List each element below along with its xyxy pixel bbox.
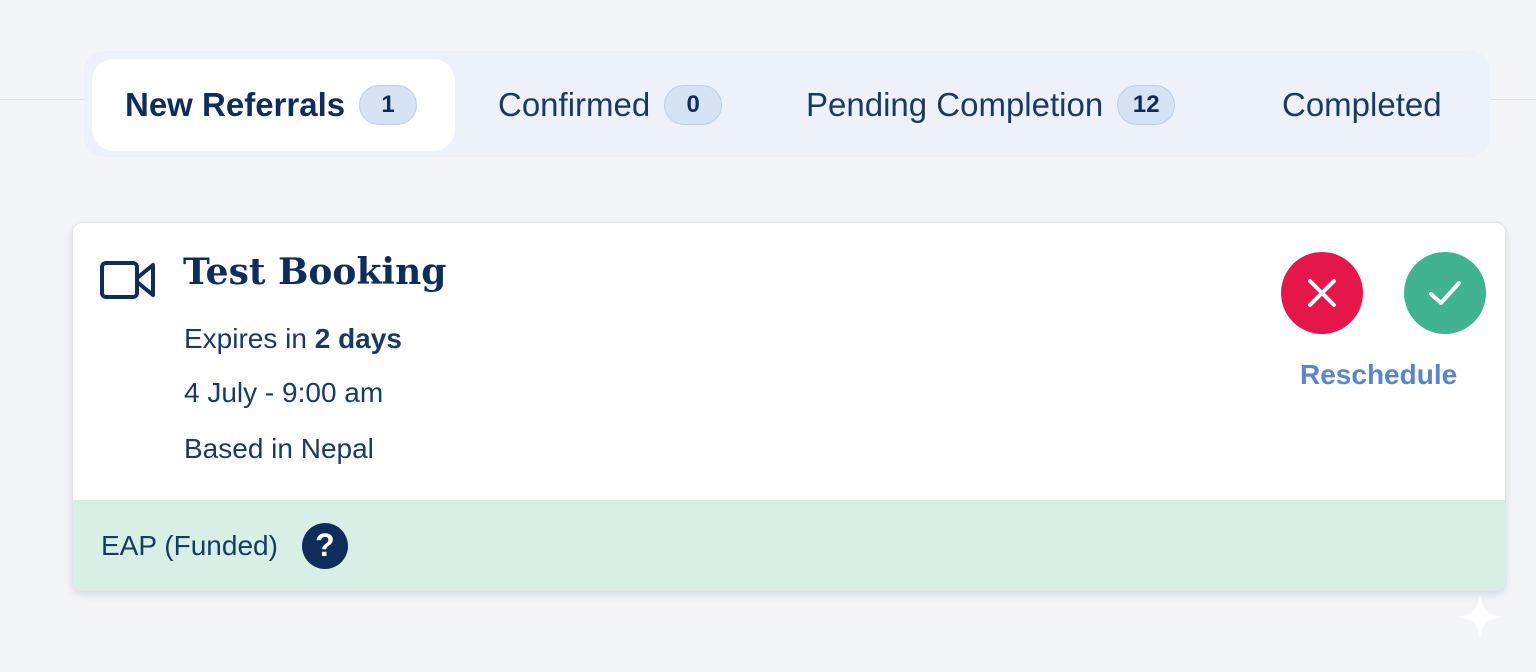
- tab-label: Completed: [1282, 86, 1442, 123]
- booking-expiry: Expires in 2 days: [184, 323, 402, 355]
- decline-button[interactable]: [1281, 252, 1363, 334]
- tab-label: Confirmed: [498, 86, 651, 123]
- tab-completed[interactable]: Completed: [1282, 59, 1442, 151]
- tab-count-badge: 12: [1117, 85, 1176, 125]
- sparkle-icon: [1457, 594, 1503, 640]
- referral-tabs: New Referrals 1 Confirmed 0 Pending Comp…: [84, 51, 1490, 157]
- video-camera-icon: [100, 261, 155, 299]
- tab-label: Pending Completion: [806, 86, 1104, 123]
- reschedule-link[interactable]: Reschedule: [1300, 359, 1457, 391]
- question-mark-icon[interactable]: ?: [301, 522, 348, 569]
- accept-button[interactable]: [1404, 252, 1486, 334]
- funding-label: EAP (Funded): [101, 529, 278, 561]
- expiry-prefix: Expires in: [184, 323, 307, 354]
- tab-confirmed[interactable]: Confirmed 0: [498, 59, 723, 151]
- booking-location: Based in Nepal: [184, 433, 374, 464]
- tab-count-badge: 0: [664, 85, 723, 125]
- booking-date-time: 4 July - 9:00 am: [184, 377, 384, 408]
- booking-title: Test Booking: [183, 251, 447, 293]
- tab-label: New Referrals: [125, 86, 346, 123]
- tab-count-badge: 1: [359, 85, 418, 125]
- funding-footer: EAP (Funded) ?: [73, 500, 1505, 591]
- booking-card[interactable]: Test Booking Expires in 2 days 4 July - …: [72, 222, 1506, 592]
- expiry-value: 2 days: [314, 323, 402, 354]
- tab-new-referrals[interactable]: New Referrals 1: [92, 59, 455, 151]
- x-icon: [1308, 279, 1336, 307]
- checkmark-icon: [1429, 281, 1461, 305]
- tab-pending-completion[interactable]: Pending Completion 12: [806, 59, 1176, 151]
